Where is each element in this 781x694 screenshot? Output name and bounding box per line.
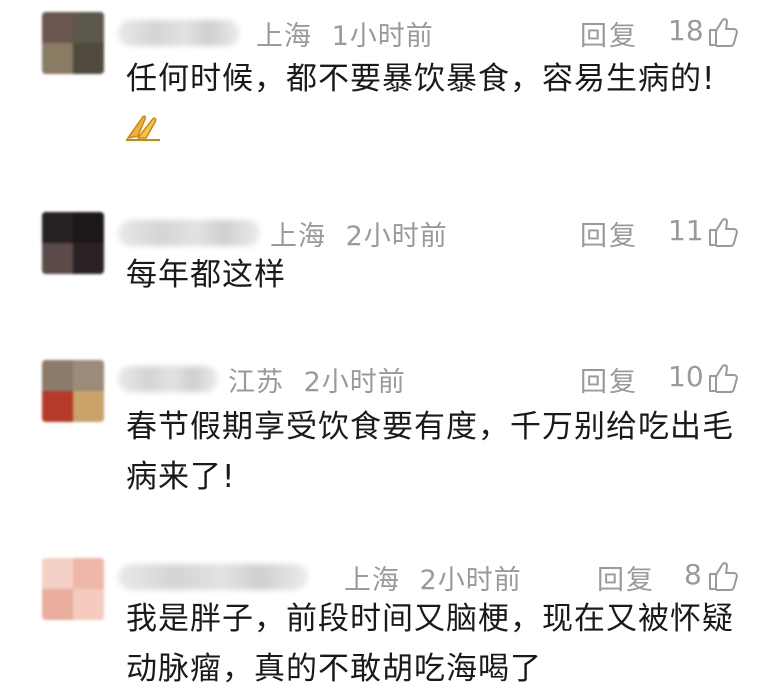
like-count: 8: [684, 558, 702, 591]
like-count: 10: [668, 360, 704, 393]
thumbs-up-icon[interactable]: [707, 216, 739, 248]
comment-location: 江苏: [228, 367, 284, 398]
comment-item: 上海 1小时前 回复 18 任何时候，都不要暴饮暴食，容易生病的!: [0, 0, 781, 190]
thumbs-up-icon[interactable]: [707, 560, 739, 592]
username-blurred[interactable]: [118, 564, 308, 590]
avatar[interactable]: [42, 558, 104, 620]
comment-text: 每年都这样: [126, 257, 286, 293]
avatar[interactable]: [42, 212, 104, 274]
comment-time: 2小时前: [345, 221, 448, 252]
thumbs-up-icon[interactable]: [707, 362, 739, 394]
comment-text: 任何时候，都不要暴饮暴食，容易生病的!: [126, 61, 716, 97]
comment-meta: 上海 1小时前: [256, 14, 434, 53]
comment-meta: 上海 2小时前: [270, 214, 448, 253]
praying-hands-icon: [126, 115, 160, 141]
reply-button[interactable]: 回复: [580, 214, 638, 253]
comment-item: 上海 2小时前 回复 11 每年都这样: [0, 200, 781, 340]
avatar[interactable]: [42, 12, 104, 74]
comment-time: 2小时前: [419, 565, 522, 596]
comment-meta: 上海 2小时前: [344, 558, 522, 597]
comment-time: 1小时前: [331, 21, 434, 52]
reply-button[interactable]: 回复: [580, 360, 638, 399]
comment-item: 江苏 2小时前 回复 10 春节假期享受饮食要有度，千万别给吃出毛病来了!: [0, 350, 781, 530]
comment-item: 上海 2小时前 回复 8 我是胖子，前段时间又脑梗，现在又被怀疑动脉瘤，真的不敢…: [0, 550, 781, 694]
comment-text: 我是胖子，前段时间又脑梗，现在又被怀疑动脉瘤，真的不敢胡吃海喝了: [126, 601, 734, 687]
reply-button[interactable]: 回复: [580, 14, 638, 53]
comment-location: 上海: [256, 21, 312, 52]
comment-meta: 江苏 2小时前: [228, 360, 406, 399]
comment-location: 上海: [344, 565, 400, 596]
comment-location: 上海: [270, 221, 326, 252]
username-blurred[interactable]: [118, 20, 240, 46]
username-blurred[interactable]: [118, 220, 260, 246]
comment-time: 2小时前: [303, 367, 406, 398]
username-blurred[interactable]: [118, 366, 218, 392]
reply-button[interactable]: 回复: [597, 558, 655, 597]
comment-text: 春节假期享受饮食要有度，千万别给吃出毛病来了!: [126, 409, 734, 495]
like-count: 11: [668, 214, 704, 247]
avatar[interactable]: [42, 360, 104, 422]
thumbs-up-icon[interactable]: [707, 16, 739, 48]
like-count: 18: [668, 14, 704, 47]
